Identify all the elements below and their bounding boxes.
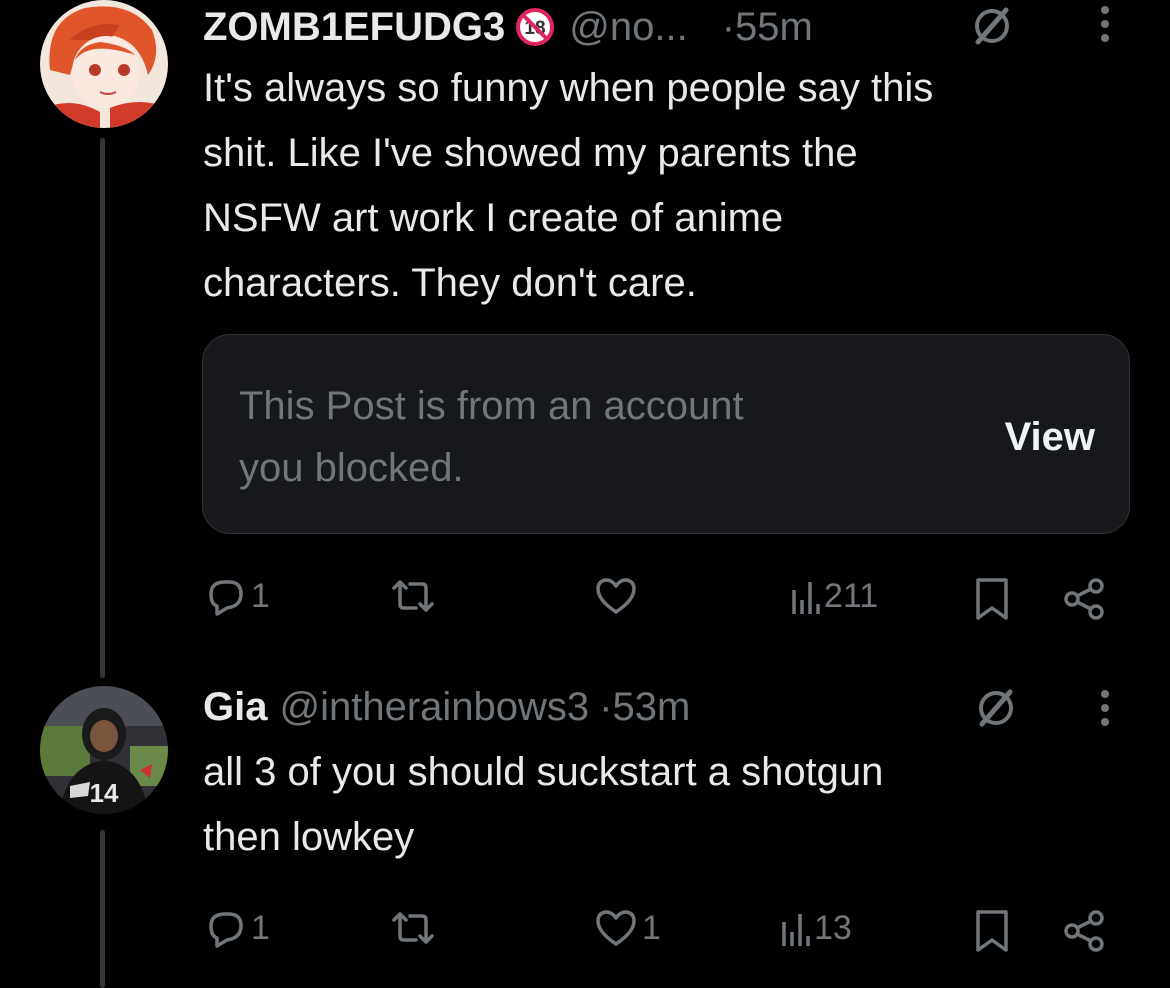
views-count: 211	[824, 576, 879, 615]
notice-line: This Post is from an account	[239, 384, 744, 428]
post-text: It's always so funny when people say thi…	[203, 56, 933, 316]
view-button[interactable]: View	[1005, 415, 1095, 460]
grok-icon[interactable]	[972, 686, 1020, 735]
display-name[interactable]: Gia	[203, 685, 267, 730]
like-button[interactable]: 1	[594, 906, 661, 950]
views-button[interactable]: 211	[790, 574, 878, 618]
reply-button[interactable]: 1	[203, 574, 270, 618]
like-icon	[594, 574, 638, 618]
post-text-line: shit. Like I've showed my parents the	[203, 131, 858, 175]
reply-button[interactable]: 1	[203, 906, 270, 950]
bookmark-icon[interactable]	[972, 908, 1012, 959]
repost-button[interactable]	[388, 574, 442, 618]
post-text-line: It's always so funny when people say thi…	[203, 66, 934, 110]
blocked-quote-notice: This Post is from an account you blocked…	[202, 334, 1130, 534]
repost-icon	[388, 906, 438, 950]
more-icon[interactable]	[1100, 6, 1110, 48]
action-bar: 1 211	[0, 566, 1170, 626]
post-text-line: then lowkey	[203, 815, 415, 859]
repost-button[interactable]	[388, 906, 442, 950]
views-icon	[780, 906, 810, 950]
post-text: all 3 of you should suckstart a shotgun …	[203, 740, 883, 870]
share-icon[interactable]	[1060, 576, 1108, 627]
grok-icon[interactable]	[968, 4, 1016, 53]
post-header: Gia @intherainbows3 ·53m	[203, 682, 690, 732]
display-name[interactable]: ZOMB1EFUDG3	[203, 5, 505, 50]
action-bar: 1 1 13	[0, 898, 1170, 958]
views-count: 13	[814, 908, 852, 947]
like-button[interactable]	[594, 574, 642, 618]
avatar[interactable]: 14	[40, 686, 168, 814]
reply-count: 1	[251, 908, 270, 947]
reply-count: 1	[251, 576, 270, 615]
post-text-line: characters. They don't care.	[203, 261, 697, 305]
more-icon[interactable]	[1100, 690, 1110, 732]
reply-icon	[203, 906, 247, 950]
bookmark-icon[interactable]	[972, 576, 1012, 627]
handle[interactable]: @intherainbows3	[279, 685, 589, 730]
handle[interactable]: @no...	[569, 5, 687, 50]
post-header: ZOMB1EFUDG3 18 @no... ·55m	[203, 2, 813, 52]
like-count: 1	[642, 908, 661, 947]
notice-line: you blocked.	[239, 446, 464, 490]
avatar[interactable]	[40, 0, 168, 128]
repost-icon	[388, 574, 438, 618]
views-button[interactable]: 13	[780, 906, 852, 950]
age-restricted-icon: 18	[515, 7, 555, 47]
like-icon	[594, 906, 638, 950]
reply-icon	[203, 574, 247, 618]
views-icon	[790, 574, 820, 618]
notice-text: This Post is from an account you blocked…	[239, 375, 744, 499]
timestamp[interactable]: ·53m	[599, 685, 690, 730]
post-text-line: NSFW art work I create of anime	[203, 196, 784, 240]
post-text-line: all 3 of you should suckstart a shotgun	[203, 750, 884, 794]
timestamp[interactable]: ·55m	[722, 5, 813, 50]
share-icon[interactable]	[1060, 908, 1108, 959]
svg-text:14: 14	[90, 778, 119, 808]
